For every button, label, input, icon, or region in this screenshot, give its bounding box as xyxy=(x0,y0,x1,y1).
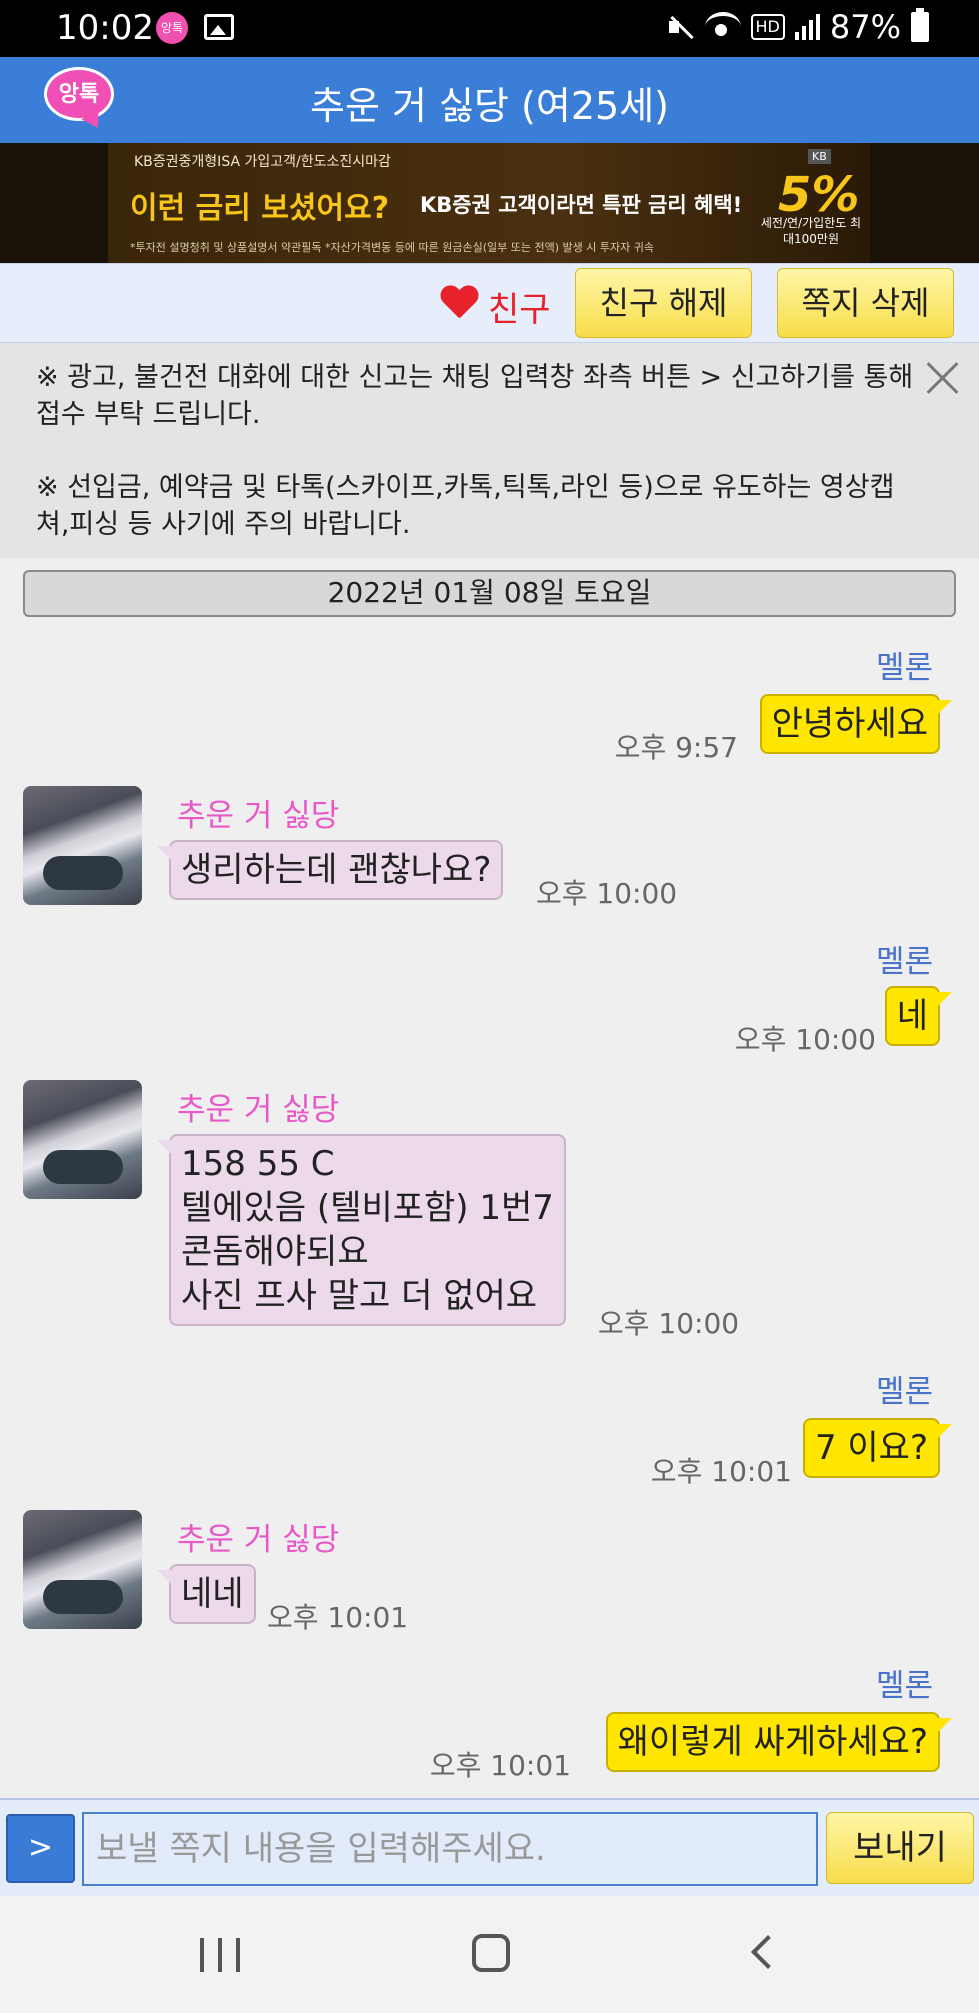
message-bubble-me[interactable]: 네 xyxy=(884,986,953,1046)
sender-name-me: 멜론 xyxy=(875,944,933,980)
title-bar: 앙톡 추운 거 싫당 (여25세) xyxy=(0,57,979,143)
message-time: 오후 10:01 xyxy=(267,1601,409,1634)
system-nav-bar xyxy=(0,1896,979,2013)
recent-apps-icon[interactable] xyxy=(200,1938,240,1972)
battery-icon xyxy=(911,8,929,42)
gallery-notification-icon xyxy=(204,14,234,40)
signal-icon xyxy=(794,14,820,40)
ad-banner[interactable]: KB증권중개형ISA 가입고객/한도소진시마감 KB 이런 금리 보셨어요? K… xyxy=(0,143,979,263)
sender-name-other: 추운 거 싫당 xyxy=(177,1092,340,1128)
message-line: 158 55 C xyxy=(181,1144,335,1184)
message-bubble-other[interactable]: 네네 xyxy=(157,1564,256,1624)
sender-name-me: 멜론 xyxy=(875,650,933,686)
chat-area[interactable]: 2022년 01월 08일 토요일 멜론 오후 9:57 안녕하세요 추운 거 … xyxy=(0,558,979,1798)
unfriend-button[interactable]: 친구 해제 xyxy=(575,268,752,338)
message-bubble-me[interactable]: 안녕하세요 xyxy=(759,694,953,754)
sender-name-me: 멜론 xyxy=(875,1668,933,1704)
message-bubble-me[interactable]: 왜이렇게 싸게하세요? xyxy=(605,1712,953,1772)
message-time: 오후 10:00 xyxy=(536,877,678,910)
status-bar: 10:02 앙톡 HD 87% xyxy=(0,0,979,57)
message-time: 오후 9:57 xyxy=(614,731,738,764)
friend-status-label: 친구 xyxy=(488,290,551,330)
avatar[interactable] xyxy=(23,1510,142,1629)
sender-name-other: 추운 거 싫당 xyxy=(177,798,340,834)
avatar[interactable] xyxy=(23,1080,142,1199)
sender-name-me: 멜론 xyxy=(875,1374,933,1410)
message-input[interactable]: 보낼 쪽지 내용을 입력해주세요. xyxy=(82,1812,818,1886)
message-time: 오후 10:00 xyxy=(598,1307,740,1340)
avatar[interactable] xyxy=(23,786,142,905)
ad-top-text: KB증권중개형ISA 가입고객/한도소진시마감 xyxy=(134,154,391,170)
mute-icon xyxy=(667,12,695,42)
message-bubble-me[interactable]: 7 이요? xyxy=(802,1418,953,1478)
message-line: 콘돔해야되요 xyxy=(181,1232,369,1272)
message-bubble-other[interactable]: 생리하는데 괜찮나요? xyxy=(156,840,504,900)
message-line: 사진 프사 말고 더 없어요 xyxy=(181,1276,538,1316)
message-time: 오후 10:01 xyxy=(429,1749,571,1782)
status-time: 10:02 xyxy=(56,8,154,48)
ad-rate-caption: 세전/연/가입한도 최대100만원 xyxy=(760,216,862,246)
notice-report-text: ※ 광고, 불건전 대화에 대한 신고는 채팅 입력창 좌측 버튼 > 신고하기… xyxy=(36,362,914,430)
heart-icon xyxy=(440,286,478,322)
status-indicators: HD 87% xyxy=(667,8,929,46)
message-time: 오후 10:01 xyxy=(650,1455,792,1488)
message-time: 오후 10:00 xyxy=(734,1023,876,1056)
ad-brand-badge: KB xyxy=(808,149,831,164)
ad-subline: KB증권 고객이라면 특판 금리 혜택! xyxy=(420,193,743,217)
ad-headline: 이런 금리 보셨어요? xyxy=(130,191,390,226)
send-button[interactable]: 보내기 xyxy=(826,1812,974,1884)
home-icon[interactable] xyxy=(472,1934,510,1972)
message-input-bar: > 보낼 쪽지 내용을 입력해주세요. 보내기 xyxy=(0,1798,979,1896)
notice-fraud-text: ※ 선입금, 예약금 및 타톡(스카이프,카톡,틱톡,라인 등)으로 유도하는 … xyxy=(36,472,895,540)
delete-message-button[interactable]: 쪽지 삭제 xyxy=(777,268,954,338)
sender-name-other: 추운 거 싫당 xyxy=(177,1522,340,1558)
close-icon[interactable] xyxy=(925,361,959,395)
app-screen: 10:02 앙톡 HD 87% 앙톡 추운 거 싫당 (여25세) KB증권중개… xyxy=(0,0,979,2013)
ad-content[interactable]: KB증권중개형ISA 가입고객/한도소진시마감 KB 이런 금리 보셨어요? K… xyxy=(108,143,870,263)
app-notification-icon: 앙톡 xyxy=(156,12,188,44)
page-title: 추운 거 싫당 (여25세) xyxy=(310,84,669,128)
action-bar: 친구 친구 해제 쪽지 삭제 xyxy=(0,263,979,343)
message-bubble-other[interactable]: 158 55 C 텔에있음 (텔비포함) 1번7 콘돔해야되요 사진 프사 말고… xyxy=(157,1134,566,1326)
wifi-icon xyxy=(704,12,741,42)
date-divider: 2022년 01월 08일 토요일 xyxy=(23,570,956,617)
ad-footnote: *투자전 설명청취 및 상품설명서 약관필독 *자산가격변동 등에 따른 원금손… xyxy=(130,241,654,254)
report-menu-button[interactable]: > xyxy=(6,1814,75,1883)
notice-panel: ※ 광고, 불건전 대화에 대한 신고는 채팅 입력창 좌측 버튼 > 신고하기… xyxy=(0,343,979,558)
message-line: 텔에있음 (텔비포함) 1번7 xyxy=(181,1188,554,1228)
back-icon[interactable] xyxy=(751,1935,785,1969)
hd-icon: HD xyxy=(750,14,785,40)
battery-percent: 87% xyxy=(829,8,901,46)
